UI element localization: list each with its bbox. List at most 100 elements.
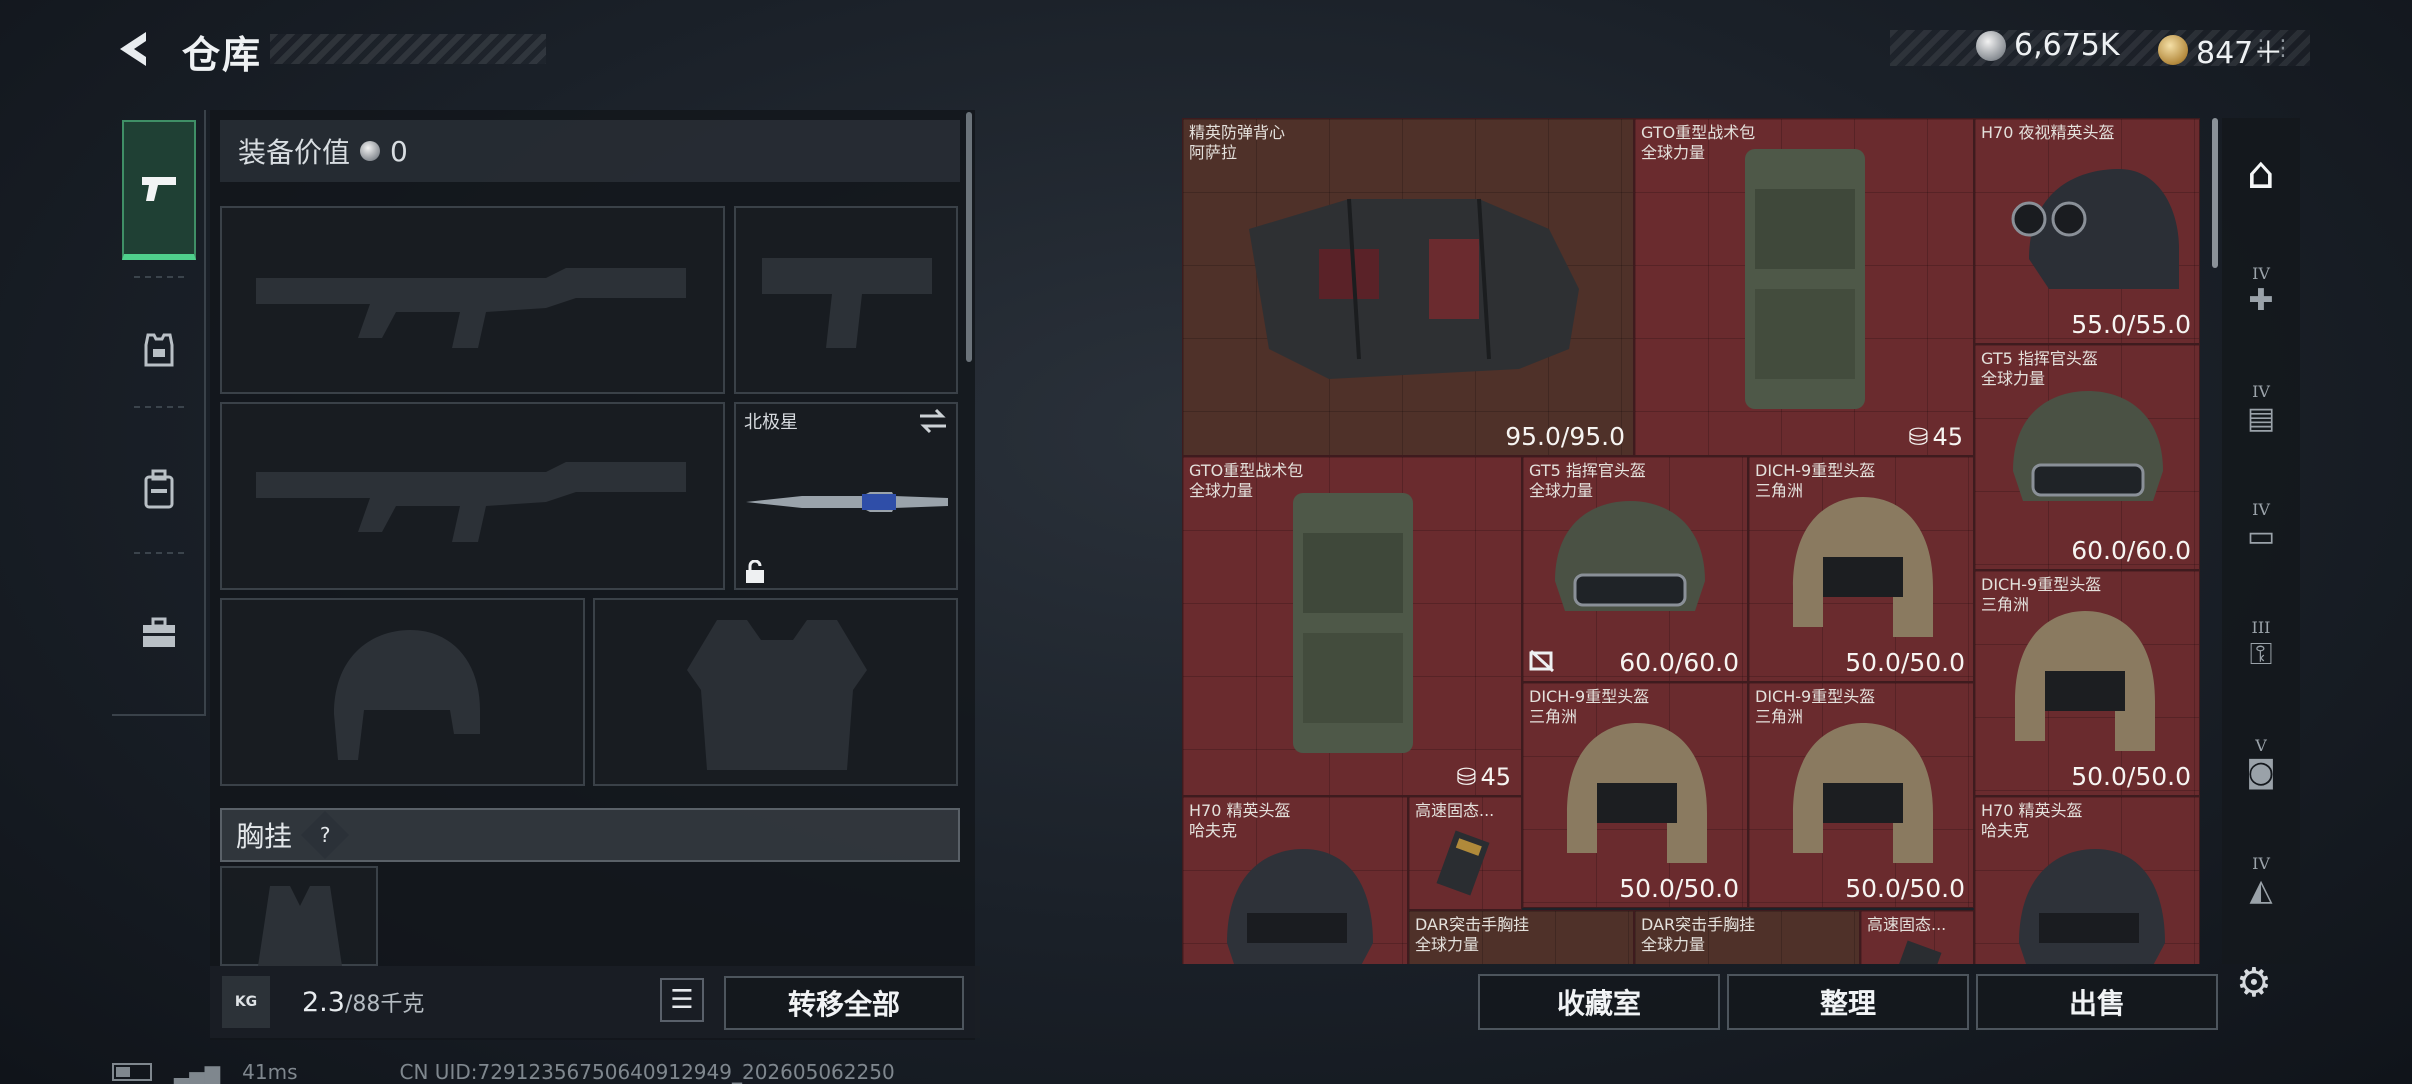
storage-item[interactable]: DAR突击手胸挂 全球力量 [1408, 910, 1634, 964]
silver-coin-icon [360, 141, 381, 161]
help-label: ? [319, 823, 331, 847]
tab-backpack[interactable] [122, 444, 196, 534]
settings-gear-icon[interactable]: ⚙ [2236, 960, 2272, 1006]
item-durability: 60.0/60.0 [2071, 536, 2191, 565]
material-icon: ◭ [2249, 873, 2273, 908]
weight-capacity: /88千克 [344, 992, 425, 1017]
storage-item[interactable]: 精英防弹背心 阿萨拉 95.0/95.0 [1182, 118, 1634, 456]
storage-item[interactable]: H70 夜视精英头盔 55.0/55.0 [1974, 118, 2200, 344]
storage-item[interactable]: GT5 指挥官头盔 全球力量 60.0/60.0 [1974, 344, 2200, 570]
category-keys[interactable]: III ⚿ [2222, 590, 2300, 700]
no-insure-icon [1529, 649, 1555, 673]
transfer-all-button[interactable]: 转移全部 [724, 976, 964, 1030]
item-brand: 全球力量 [1641, 143, 1706, 162]
toolbox-icon [143, 617, 175, 647]
chest-rig-silhouette-icon [258, 886, 342, 966]
item-name: DICH-9重型头盔 [1755, 687, 1876, 706]
helmet-icon [1227, 849, 1373, 964]
storage-item[interactable]: GTO重型战术包 全球力量 ⛁ 45 [1634, 118, 1974, 456]
item-brand: 阿萨拉 [1189, 143, 1238, 162]
pistol-icon [142, 177, 176, 201]
carry-weight: 2.3/88千克 [302, 986, 424, 1018]
storage-item[interactable]: 高速固态... [1408, 796, 1522, 910]
storage-item[interactable]: DICH-9重型头盔 三角洲 50.0/50.0 [1748, 682, 1974, 908]
item-durability: 60.0/60.0 [1619, 648, 1739, 677]
item-name: GT5 指挥官头盔 [1981, 349, 2098, 368]
item-name: 高速固态... [1415, 801, 1495, 820]
item-name: H70 精英头盔 [1981, 801, 2083, 820]
item-name: DAR突击手胸挂 [1415, 915, 1530, 934]
page-title: 仓库 [182, 33, 263, 77]
helmet-icon [2013, 391, 2163, 501]
storage-item[interactable]: 高速固态... [1860, 910, 1974, 964]
equipment-scrollbar[interactable] [966, 112, 972, 362]
storage-item[interactable]: H70 精英头盔 哈夫克 [1182, 796, 1408, 964]
sell-button[interactable]: 出售 [1976, 974, 2218, 1030]
current-weight: 2.3 [302, 987, 345, 1018]
ssd-icon [1888, 940, 1942, 964]
item-count: ⛁ 45 [1456, 763, 1511, 791]
armor-slot[interactable] [593, 598, 958, 786]
category-tier: IV [2252, 500, 2270, 519]
category-tools[interactable]: IV ▭ [2222, 472, 2300, 582]
item-brand: 全球力量 [1641, 935, 1706, 954]
secondary-rifle-slot[interactable] [220, 402, 725, 590]
storage-item[interactable]: DICH-9重型头盔 三角洲 50.0/50.0 [1522, 682, 1748, 908]
item-durability: 50.0/50.0 [1845, 874, 1965, 903]
melee-item-name: 北极星 [744, 412, 798, 433]
category-tier: IV [2252, 382, 2270, 401]
item-count-value: 45 [1932, 423, 1963, 451]
organize-button[interactable]: 整理 [1727, 974, 1969, 1030]
tab-gear[interactable] [122, 310, 196, 390]
category-medical[interactable]: IV ✚ [2222, 236, 2300, 346]
storage-item[interactable]: H70 精英头盔 哈夫克 [1974, 796, 2200, 964]
item-name: H70 精英头盔 [1189, 801, 1291, 820]
item-durability: 50.0/50.0 [2071, 762, 2191, 791]
ssd-icon [1436, 830, 1490, 896]
item-count-value: 45 [1480, 763, 1511, 791]
help-button[interactable]: ? [300, 810, 350, 860]
item-durability: 95.0/95.0 [1505, 422, 1625, 451]
primary-weapon-slot[interactable] [220, 206, 725, 394]
tab-supplies[interactable] [122, 588, 196, 678]
category-documents[interactable]: IV ▤ [2222, 354, 2300, 464]
ping: 41ms [242, 1060, 298, 1084]
helmet-slot[interactable] [220, 598, 585, 786]
storage-item[interactable]: DICH-9重型头盔 三角洲 50.0/50.0 [1974, 570, 2200, 796]
chest-rig-slot[interactable] [220, 866, 378, 966]
item-name: DICH-9重型头盔 [1529, 687, 1650, 706]
kg-label: KG [234, 994, 258, 1010]
storage-item[interactable]: DAR突击手胸挂 全球力量 [1634, 910, 1860, 964]
document-icon: ▤ [2246, 401, 2276, 436]
signal-icon: ▂▄▆ [174, 1060, 221, 1084]
more-dots-icon[interactable]: ⋮⋮ [2250, 36, 2294, 61]
category-materials[interactable]: IV ◭ [2222, 826, 2300, 936]
backpack-icon [1293, 493, 1413, 753]
swap-icon[interactable] [918, 408, 948, 434]
back-button[interactable] [112, 26, 158, 72]
lock-icon [746, 560, 764, 583]
knife-icon [746, 492, 948, 512]
helmet-icon [2019, 849, 2165, 964]
heavy-helmet-icon [1793, 723, 1933, 863]
melee-slot[interactable]: 北极星 [734, 402, 958, 590]
category-all[interactable]: ⌂ [2222, 118, 2300, 228]
storage-item[interactable]: GTO重型战术包 全球力量 ⛁ 45 [1182, 456, 1522, 796]
collection-room-button[interactable]: 收藏室 [1478, 974, 1720, 1030]
key-icon: ⚿ [2249, 637, 2273, 672]
silver-currency[interactable]: 6,675K [1976, 28, 2120, 63]
helmet-silhouette-icon [334, 630, 480, 760]
storage-item[interactable]: DICH-9重型头盔 三角洲 50.0/50.0 [1748, 456, 1974, 682]
status-line: ▂▄▆ 41ms CN UID:72912356750640912949_202… [112, 1060, 895, 1084]
chest-rig-label: 胸挂 [236, 820, 293, 853]
category-tier: IV [2252, 264, 2270, 283]
tool-icon: ▭ [2246, 519, 2276, 554]
secondary-weapon-slot[interactable] [734, 206, 958, 394]
category-devices[interactable]: V ◙ [2222, 708, 2300, 818]
user-uid: CN UID:72912356750640912949_202605062250 [399, 1060, 895, 1084]
storage-item[interactable]: GT5 指挥官头盔 全球力量 60.0/60.0 [1522, 456, 1748, 682]
storage-scrollbar[interactable] [2212, 118, 2218, 268]
tab-weapons[interactable] [122, 120, 196, 260]
list-view-button[interactable]: ☰ [660, 978, 704, 1022]
item-durability: 50.0/50.0 [1845, 648, 1965, 677]
